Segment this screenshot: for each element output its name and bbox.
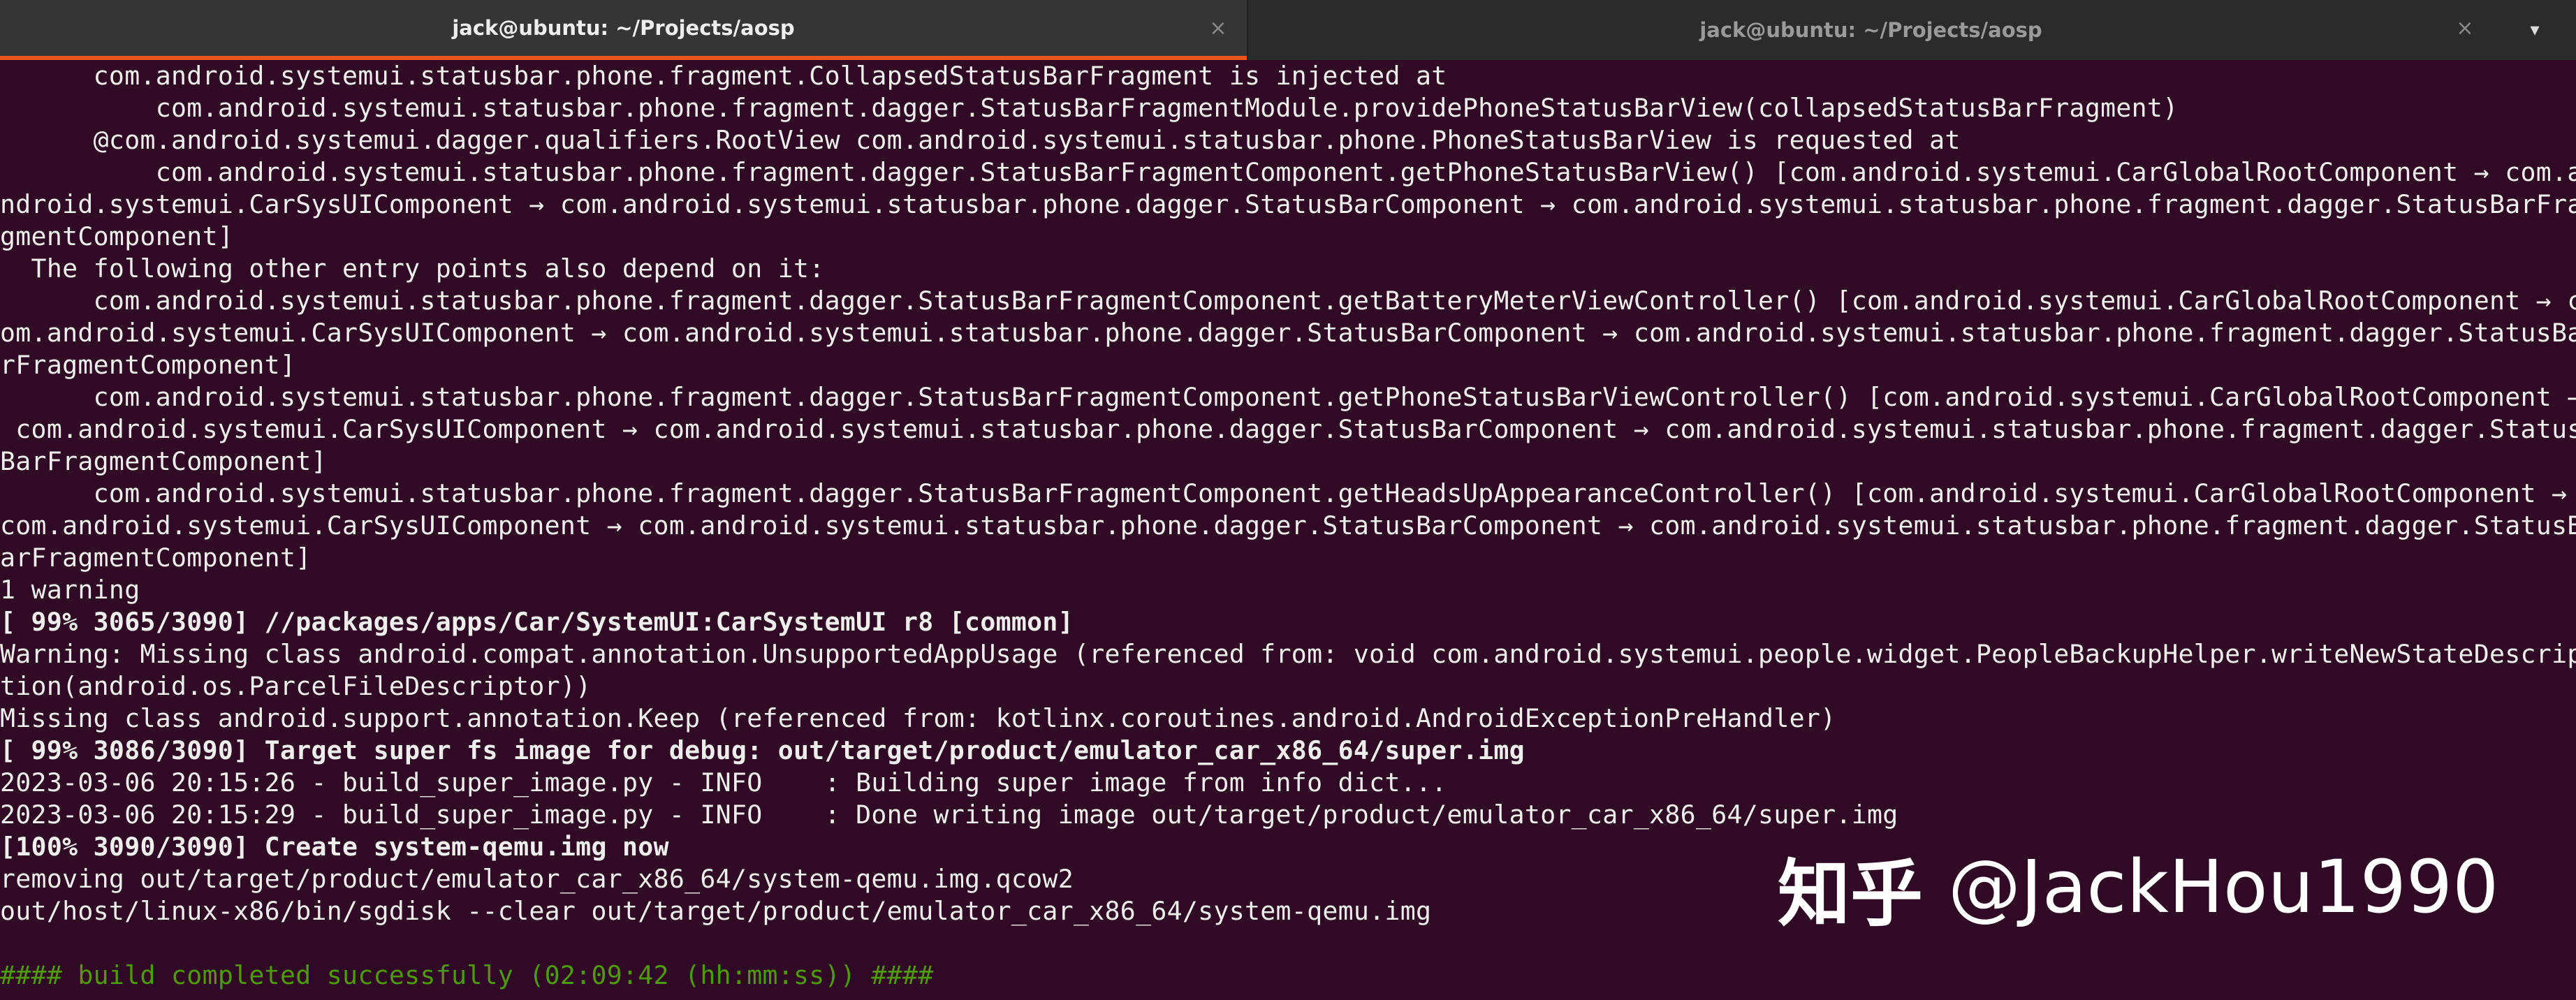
tab-title: jack@ubuntu: ~/Projects/aosp	[452, 16, 795, 40]
terminal-line: Missing class android.support.annotation…	[0, 703, 1836, 733]
close-icon[interactable]: ×	[1208, 18, 1229, 39]
watermark: 知乎 @JackHou1990	[1778, 844, 2499, 936]
zhihu-logo: 知乎	[1778, 851, 1924, 936]
terminal-line: ndroid.systemui.CarSysUIComponent → com.…	[0, 189, 2576, 219]
tabs-menu-button[interactable]: ▾	[2494, 0, 2576, 60]
terminal-line: rFragmentComponent]	[0, 350, 296, 380]
tab-terminal-2[interactable]: jack@ubuntu: ~/Projects/aosp ×	[1247, 0, 2494, 60]
terminal-line: BarFragmentComponent]	[0, 446, 327, 476]
terminal-line: gmentComponent]	[0, 221, 234, 251]
terminal-line: com.android.systemui.CarSysUIComponent →…	[0, 414, 2576, 444]
terminal-line: tion(android.os.ParcelFileDescriptor))	[0, 671, 592, 701]
terminal-line: #### build completed successfully (02:09…	[0, 960, 934, 990]
terminal-line: com.android.systemui.statusbar.phone.fra…	[0, 93, 2179, 123]
chevron-down-icon: ▾	[2530, 20, 2540, 41]
terminal-line: om.android.systemui.CarSysUIComponent → …	[0, 318, 2576, 348]
terminal-line: com.android.systemui.statusbar.phone.fra…	[0, 382, 2576, 412]
terminal-window: jack@ubuntu: ~/Projects/aosp × jack@ubun…	[0, 0, 2576, 1000]
watermark-handle: @JackHou1990	[1948, 844, 2499, 929]
terminal-line: 2023-03-06 20:15:26 - build_super_image.…	[0, 767, 1447, 797]
tab-terminal-1[interactable]: jack@ubuntu: ~/Projects/aosp ×	[0, 0, 1247, 60]
terminal-line: com.android.systemui.CarSysUIComponent →…	[0, 510, 2576, 541]
terminal-line: 2023-03-06 20:15:29 - build_super_image.…	[0, 800, 1898, 830]
terminal-line: arFragmentComponent]	[0, 543, 312, 573]
terminal-line: com.android.systemui.statusbar.phone.fra…	[0, 61, 1447, 91]
terminal-line: [ 99% 3065/3090] //packages/apps/Car/Sys…	[0, 607, 1074, 637]
terminal-line: 1 warning	[0, 575, 140, 605]
tab-bar: jack@ubuntu: ~/Projects/aosp × jack@ubun…	[0, 0, 2576, 60]
terminal-line: The following other entry points also de…	[0, 253, 825, 284]
terminal-line: com.android.systemui.statusbar.phone.fra…	[0, 478, 2568, 508]
terminal-line: @com.android.systemui.dagger.qualifiers.…	[0, 125, 1961, 155]
terminal-line: [ 99% 3086/3090] Target super fs image f…	[0, 735, 1525, 765]
terminal-line: Warning: Missing class android.compat.an…	[0, 639, 2576, 669]
tab-title: jack@ubuntu: ~/Projects/aosp	[1699, 18, 2042, 42]
terminal-line: com.android.systemui.statusbar.phone.fra…	[0, 157, 2576, 187]
terminal-line: com.android.systemui.statusbar.phone.fra…	[0, 286, 2576, 316]
close-icon[interactable]: ×	[2454, 18, 2475, 39]
